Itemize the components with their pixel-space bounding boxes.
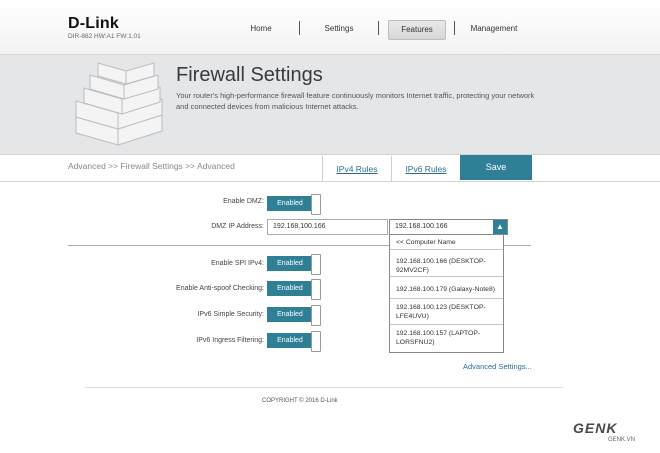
brick-wall-icon [75,62,163,146]
page-banner: Firewall Settings Your router's high-per… [0,55,660,155]
spi-ipv4-toggle[interactable]: Enabled [267,254,321,275]
genk-watermark: GENK [573,420,618,436]
computer-name-select[interactable]: 192.168.100.166 ▲ [389,219,508,235]
tab-ipv4-rules[interactable]: IPv4 Rules [322,156,391,182]
genk-watermark-url: GENK.VN [608,437,636,443]
toggle-knob[interactable] [311,254,321,275]
nav-divider [454,21,455,35]
toggle-state: Enabled [267,307,313,322]
ipv6-ingress-filtering-toggle[interactable]: Enabled [267,331,321,352]
top-navigation-bar: D-Link DIR-882 HW:A1 FW:1.01 Home Settin… [0,0,660,55]
dmz-ip-label: DMZ IP Address: [211,223,264,230]
toggle-knob[interactable] [311,194,321,215]
page-description: Your router's high-performance firewall … [176,91,535,111]
breadcrumb: Advanced >> Firewall Settings >> Advance… [68,161,235,171]
ipv6-ingress-filtering-label: IPv6 Ingress Filtering: [196,337,264,344]
page-title: Firewall Settings [176,64,323,86]
select-value: 192.168.100.166 [395,223,448,230]
dropdown-option[interactable]: 192.168.100.179 (Galaxy-Note8) [390,281,503,299]
footer-divider [84,387,564,388]
nav-management[interactable]: Management [464,20,524,38]
dropdown-option[interactable]: 192.168.100.123 (DESKTOP-LFE4UVU) [390,301,503,325]
ipv6-simple-security-toggle[interactable]: Enabled [267,305,321,326]
spi-ipv4-label: Enable SPI IPv4: [211,260,264,267]
toggle-knob[interactable] [311,305,321,326]
tab-ipv6-rules[interactable]: IPv6 Rules [391,156,460,182]
device-model: DIR-882 HW:A1 FW:1.01 [68,33,141,40]
chevron-up-icon[interactable]: ▲ [493,220,507,234]
copyright-text: COPYRIGHT © 2016 D-Link [262,398,338,404]
nav-home[interactable]: Home [238,20,284,38]
enable-dmz-toggle[interactable]: Enabled [267,194,321,215]
nav-divider [378,21,379,35]
dmz-ip-input[interactable]: 192.168.100.166 [267,219,388,235]
dropdown-option[interactable]: << Computer Name [390,235,503,250]
toggle-state: Enabled [267,333,313,348]
toggle-state: Enabled [267,281,313,296]
anti-spoof-label: Enable Anti-spoof Checking: [176,285,264,292]
nav-settings[interactable]: Settings [313,20,365,38]
divider [0,181,660,182]
dlink-logo: D-Link [68,15,119,32]
dropdown-option[interactable]: 192.168.100.166 (DESKTOP-92MV2CF) [390,255,503,277]
nav-features[interactable]: Features [388,20,446,40]
toggle-state: Enabled [267,196,313,211]
save-button[interactable]: Save [460,155,532,180]
toggle-state: Enabled [267,256,313,271]
nav-divider [299,21,300,35]
computer-name-dropdown: << Computer Name 192.168.100.166 (DESKTO… [389,234,504,353]
toggle-knob[interactable] [311,279,321,300]
enable-dmz-label: Enable DMZ: [223,198,264,205]
anti-spoof-toggle[interactable]: Enabled [267,279,321,300]
advanced-settings-link[interactable]: Advanced Settings... [463,362,532,371]
toggle-knob[interactable] [311,331,321,352]
ipv6-simple-security-label: IPv6 Simple Security: [197,311,264,318]
dropdown-option[interactable]: 192.168.100.157 (LAPTOP-LORSFNU2) [390,327,503,351]
